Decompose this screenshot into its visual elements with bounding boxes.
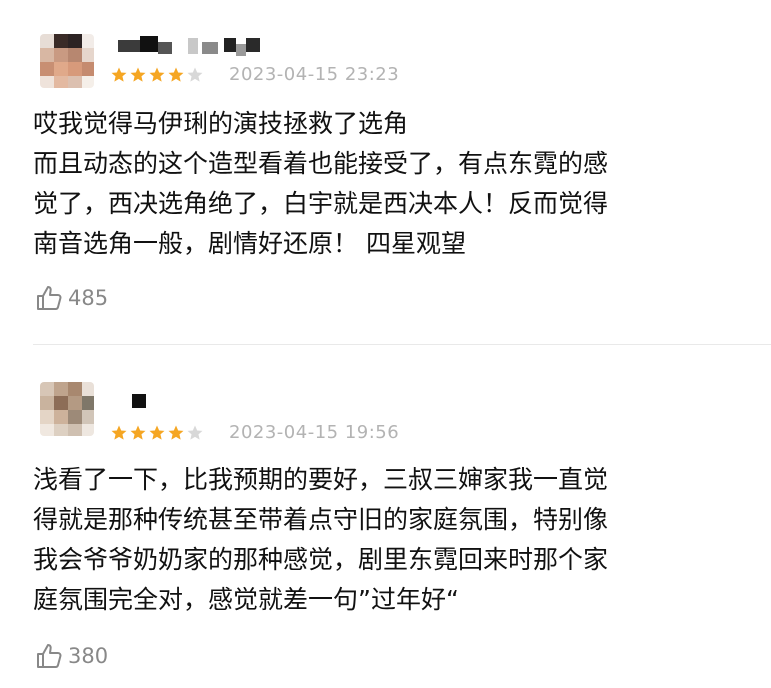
review-line: 得就是那种传统甚至带着点守旧的家庭氛围，特别像 xyxy=(33,505,609,534)
review-line: 觉了，西决选角绝了，白宇就是西决本人！反而觉得 xyxy=(33,189,609,218)
star-icon xyxy=(187,67,203,82)
review-date: 2023-04-15 23:23 xyxy=(229,64,400,85)
like-button[interactable]: 380 xyxy=(34,641,108,671)
username-blurred[interactable] xyxy=(118,36,268,58)
star-icon xyxy=(149,67,165,82)
avatar[interactable] xyxy=(40,34,94,88)
star-icon xyxy=(149,425,165,440)
review-line: 哎我觉得马伊琍的演技拯救了选角 xyxy=(33,109,409,138)
review-line: 庭氛围完全对，感觉就差一句”过年好“ xyxy=(33,585,459,614)
review-line: 我会爷爷奶奶家的那种感觉，剧里东霓回来时那个家 xyxy=(33,545,609,574)
star-icon xyxy=(130,425,146,440)
review-text: 哎我觉得马伊琍的演技拯救了选角 而且动态的这个造型看着也能接受了，有点东霓的感 … xyxy=(33,104,743,264)
rating-stars xyxy=(110,424,204,442)
star-icon xyxy=(168,425,184,440)
star-icon xyxy=(187,425,203,440)
username-blurred[interactable] xyxy=(132,392,162,414)
review-line: 而且动态的这个造型看着也能接受了，有点东霓的感 xyxy=(33,149,609,178)
star-icon xyxy=(130,67,146,82)
review-line: 浅看了一下，比我预期的要好，三叔三婶家我一直觉 xyxy=(33,465,609,494)
star-icon xyxy=(111,67,127,82)
star-icon xyxy=(111,425,127,440)
like-count: 485 xyxy=(68,286,109,310)
divider xyxy=(33,344,771,345)
thumbs-up-icon xyxy=(37,286,62,310)
thumbs-up-icon xyxy=(37,644,62,668)
review-date: 2023-04-15 19:56 xyxy=(229,422,400,443)
avatar[interactable] xyxy=(40,382,94,436)
like-button[interactable]: 485 xyxy=(34,283,108,313)
review-text: 浅看了一下，比我预期的要好，三叔三婶家我一直觉 得就是那种传统甚至带着点守旧的家… xyxy=(33,460,743,620)
like-count: 380 xyxy=(68,644,109,668)
rating-stars xyxy=(110,66,204,84)
review-line: 南音选角一般，剧情好还原！ 四星观望 xyxy=(33,229,466,258)
star-icon xyxy=(168,67,184,82)
